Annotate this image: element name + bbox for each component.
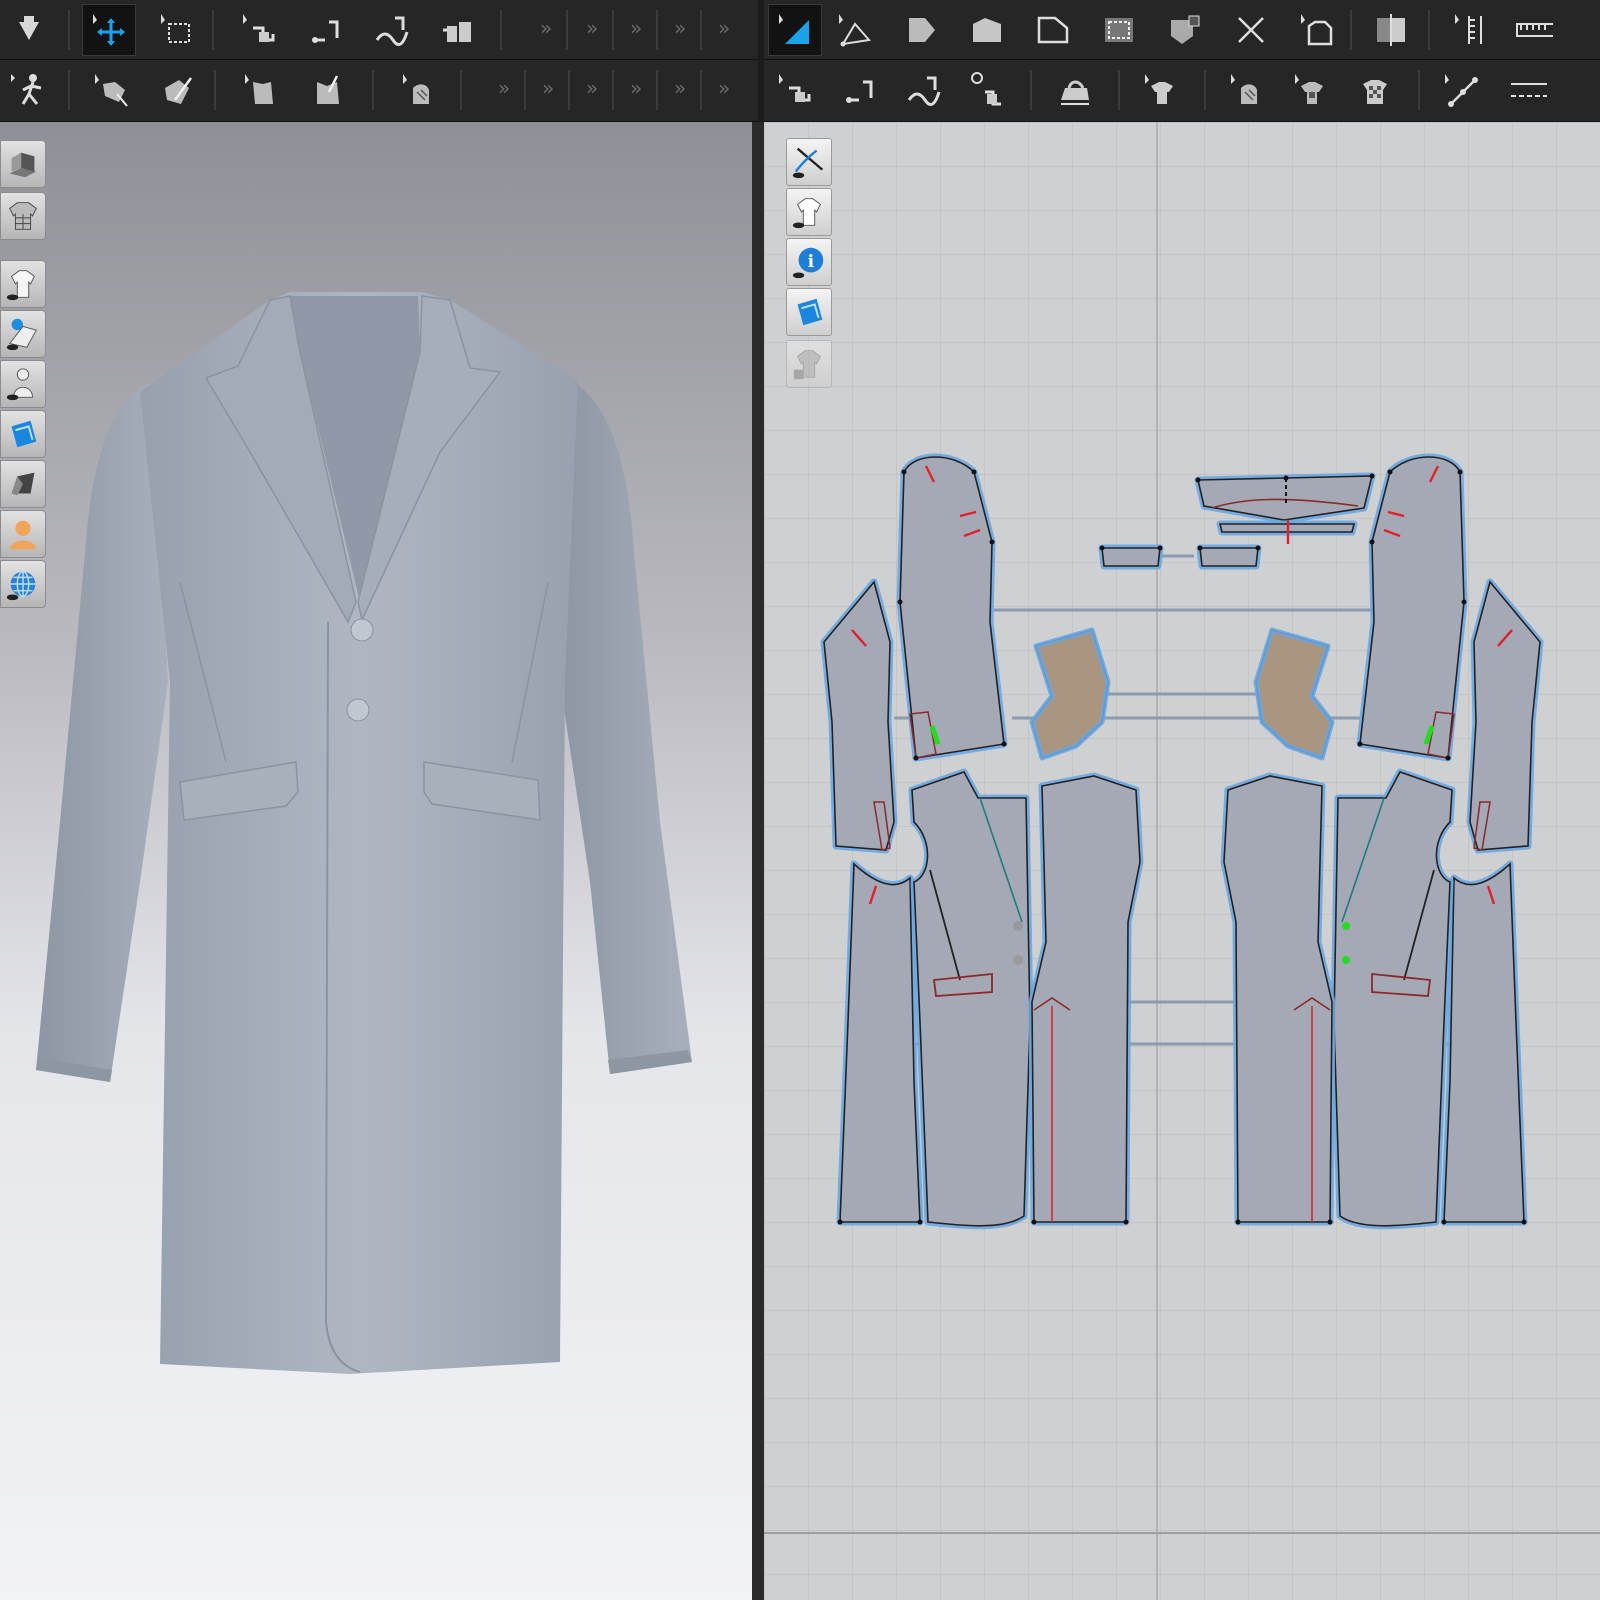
notch-tool-icon[interactable]: [1290, 4, 1344, 56]
fabric-pattern-icon[interactable]: [1284, 64, 1338, 116]
sew-curve-icon[interactable]: [364, 4, 418, 56]
arrangement-point-icon[interactable]: [1134, 64, 1188, 116]
pattern-layout: [820, 453, 1544, 1230]
pattern-piece-left-facing[interactable]: [1029, 627, 1111, 761]
pattern-piece-right-front[interactable]: [1330, 768, 1456, 1230]
steam-icon[interactable]: [300, 64, 354, 116]
line-tool-icon[interactable]: [1434, 64, 1488, 116]
cut-icon[interactable]: [1224, 4, 1278, 56]
dashed-line-icon[interactable]: [1500, 64, 1554, 116]
pattern-piece-right-upper-sleeve[interactable]: [1356, 453, 1468, 762]
pattern-piece-right-under-sleeve[interactable]: [1466, 578, 1544, 854]
tack-icon[interactable]: [234, 64, 288, 116]
edit-pattern-icon[interactable]: [768, 4, 822, 56]
box-select-icon[interactable]: [150, 4, 204, 56]
coat-button: [346, 698, 370, 722]
pattern-piece-right-side-panel[interactable]: [1440, 860, 1528, 1226]
pattern-piece-left-upper-sleeve[interactable]: [896, 453, 1008, 762]
pin-tool-icon[interactable]: [150, 64, 204, 116]
right-sleeve: [560, 378, 692, 1074]
toolbar-3d-row1: » » » » »: [0, 0, 758, 60]
internal-polygon-icon[interactable]: [1092, 4, 1146, 56]
pattern-piece-right-back[interactable]: [1220, 772, 1336, 1226]
sew-segment-icon[interactable]: [232, 4, 286, 56]
fabric-fold-icon[interactable]: [392, 64, 446, 116]
pattern-piece-right-pocket-small[interactable]: [1196, 544, 1262, 570]
garment-3d-model[interactable]: [0, 122, 752, 1600]
left-sleeve: [36, 382, 168, 1082]
2d-pattern-viewport[interactable]: i: [764, 122, 1600, 1600]
coat-button: [350, 618, 374, 642]
checker-shirt-icon[interactable]: [1348, 64, 1402, 116]
pattern-piece-collar-stand[interactable]: [1216, 520, 1358, 544]
toolbar-2d-row1: [764, 0, 1600, 60]
pattern-piece-left-back[interactable]: [1028, 772, 1144, 1226]
check-sewing-icon[interactable]: [960, 64, 1014, 116]
segment-sew-2d-icon[interactable]: [768, 64, 822, 116]
edit-curve-icon[interactable]: [894, 4, 948, 56]
symmetric-icon[interactable]: [1364, 4, 1418, 56]
rectangle-shape-icon[interactable]: [960, 4, 1014, 56]
toolbar-2d-row2: [764, 60, 1600, 122]
pattern-piece-right-facing[interactable]: [1253, 627, 1335, 761]
viewport-divider[interactable]: [752, 122, 764, 1600]
pattern-piece-collar[interactable]: [1194, 472, 1376, 524]
simulate-avatar-icon[interactable]: [2, 64, 56, 116]
pattern-piece-left-pocket-small[interactable]: [1098, 544, 1164, 570]
3d-garment-viewport[interactable]: [0, 122, 752, 1600]
clo-style-workspace: » » » » » » » » » » » i: [0, 0, 1600, 1600]
tape-icon[interactable]: [1506, 4, 1560, 56]
edit-point-icon[interactable]: [828, 4, 882, 56]
pattern-piece-left-side-panel[interactable]: [836, 860, 924, 1226]
toolbar-3d-row2: » » » » » »: [0, 60, 758, 122]
move-select-icon[interactable]: [82, 4, 136, 56]
dart-icon[interactable]: [1158, 4, 1212, 56]
ruler-icon[interactable]: [1444, 4, 1498, 56]
free-sew-2d-icon[interactable]: [832, 64, 886, 116]
pattern-piece-left-under-sleeve[interactable]: [820, 578, 898, 854]
import-arrow-icon[interactable]: [2, 4, 56, 56]
curve-sew-2d-icon[interactable]: [896, 64, 950, 116]
pattern-piece-left-front[interactable]: [908, 768, 1034, 1230]
iron-icon[interactable]: [1048, 64, 1102, 116]
select-mesh-icon[interactable]: [84, 64, 138, 116]
sew-free-icon[interactable]: [298, 4, 352, 56]
sew-multi-icon[interactable]: [430, 4, 484, 56]
polygon-shape-icon[interactable]: [1026, 4, 1080, 56]
texture-edit-icon[interactable]: [1220, 64, 1274, 116]
